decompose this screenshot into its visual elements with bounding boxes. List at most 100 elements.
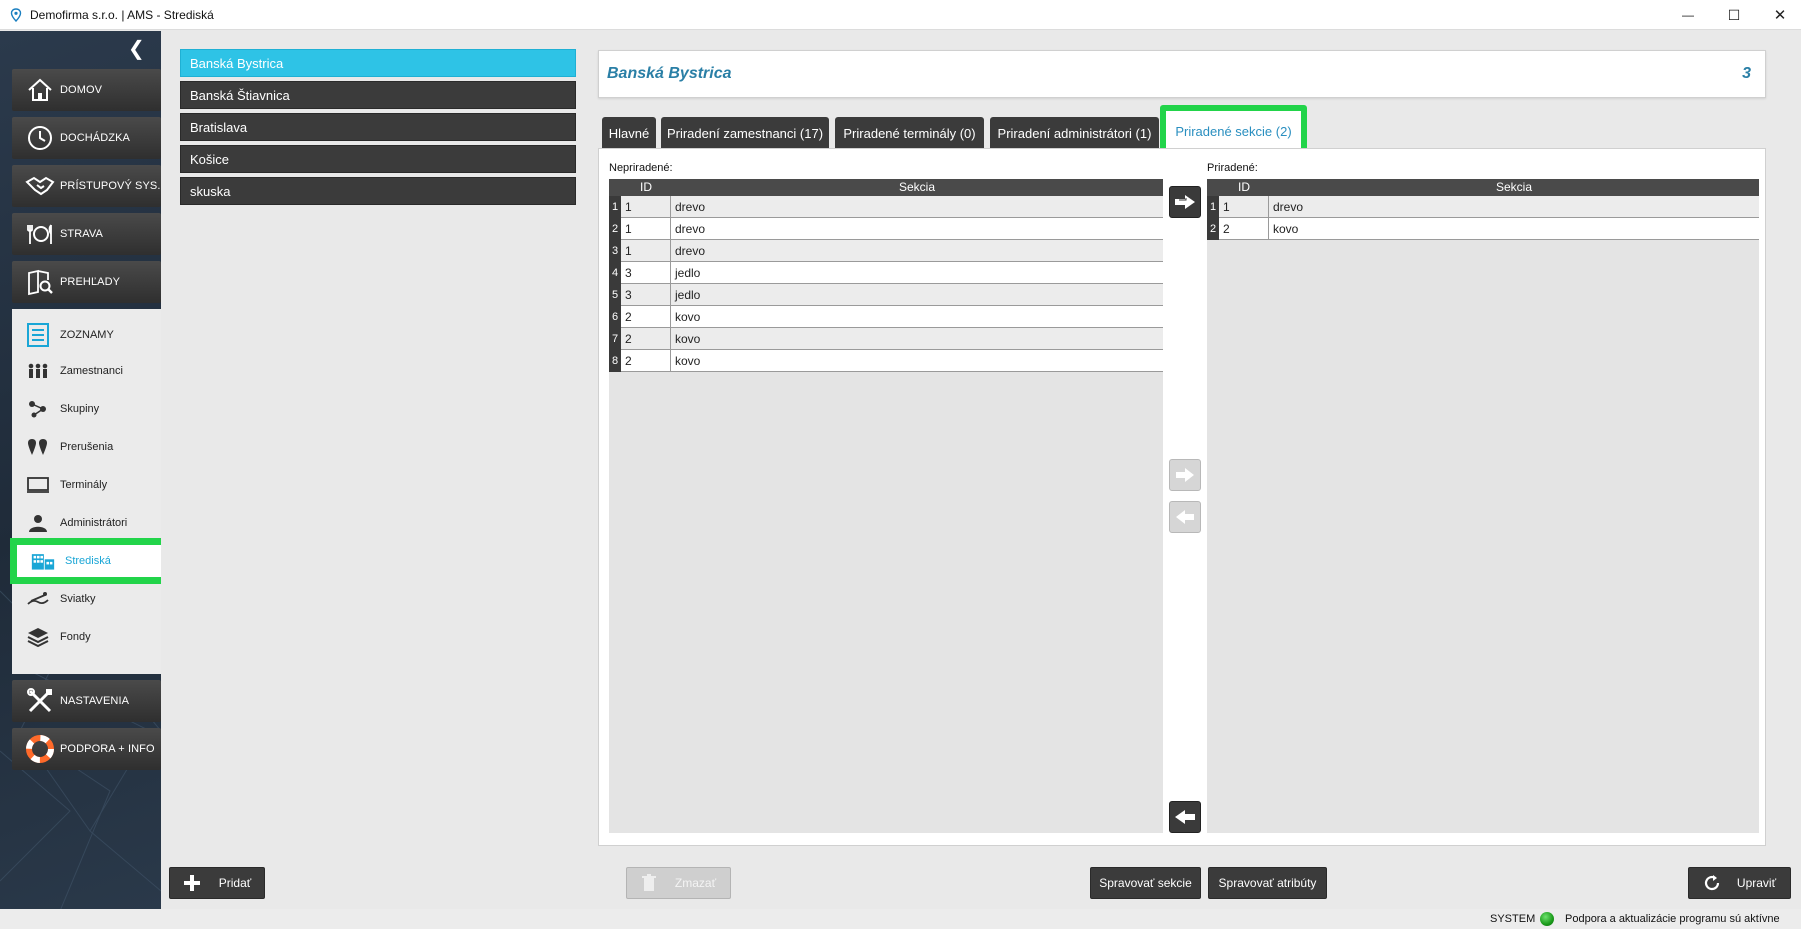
nav-zamestnanci[interactable]: Zamestnanci [12,357,161,385]
nav-dochadzka[interactable]: DOCHÁDZKA [12,117,161,159]
nav-sviatky-label: Sviatky [60,593,96,605]
tab-priradeni-administratori[interactable]: Priradení administrátori (1) [990,117,1159,149]
table-row[interactable]: 1 1 drevo [1207,196,1759,218]
nav-strava-label: STRAVA [60,228,103,240]
trash-icon [641,874,656,891]
cell-sekcia: kovo [675,354,701,368]
nav-administratori-label: Administrátori [60,517,128,529]
tab-zamestnanci-label: Priradení zamestnanci (17) [666,125,824,141]
cell-id: 1 [621,240,671,262]
assign-selected-button[interactable] [1169,459,1201,491]
admin-icon [26,512,50,534]
nav-prerusenia[interactable]: Prerušenia [12,433,161,461]
nav-administratori[interactable]: Administrátori [12,509,161,537]
clock-icon [22,120,58,156]
table-row[interactable]: 5 3 jedlo [609,284,1163,306]
add-button-label: Pridať [218,876,252,890]
status-bar: SYSTEM Podpora a aktualizácie programu s… [0,909,1801,929]
nav-strava[interactable]: STRAVA [12,213,161,255]
unassigned-label: Nepriradené: [609,162,673,174]
unassigned-grid-header: ID Sekcia [609,179,1163,196]
table-row[interactable]: 4 3 jedlo [609,262,1163,284]
table-row[interactable]: 7 2 kovo [609,328,1163,350]
row-number: 2 [609,218,621,240]
city-item[interactable]: Bratislava [180,113,576,141]
cell-id: 2 [621,328,671,350]
table-row[interactable]: 6 2 kovo [609,306,1163,328]
unassign-selected-button[interactable] [1169,501,1201,533]
add-button[interactable]: Pridať [169,867,265,899]
city-item[interactable]: skuska [180,177,576,205]
table-row[interactable]: 2 1 drevo [609,218,1163,240]
cell-sekcia: drevo [675,244,706,258]
nav-podpora-info[interactable]: PODPORA + INFO [12,728,161,770]
city-label: Košice [190,151,230,167]
nav-prehlady[interactable]: PREHĽADY [12,261,161,303]
nav-domov[interactable]: DOMOV [12,69,161,111]
unassign-all-button[interactable] [1169,801,1201,833]
pins-icon [26,436,50,458]
table-row[interactable]: 3 1 drevo [609,240,1163,262]
table-row[interactable]: 2 2 kovo [1207,218,1759,240]
close-window-button[interactable]: ✕ [1757,0,1801,30]
building-icon [31,550,55,572]
minimize-button[interactable]: — [1665,0,1711,30]
maximize-button[interactable]: ☐ [1711,0,1757,30]
assigned-grid-header: ID Sekcia [1207,179,1759,196]
assign-all-button[interactable] [1169,186,1201,218]
tab-administratori-label: Priradení administrátori (1) [997,125,1152,141]
manage-attributes-button[interactable]: Spravovať atribúty [1208,867,1327,899]
nav-fondy[interactable]: Fondy [12,623,161,651]
report-search-icon [22,264,58,300]
unassigned-grid: ID Sekcia 1 1 drevo 2 1 drevo 3 1 drevo 4 3 jedl… [609,179,1163,833]
edit-button[interactable]: Upraviť [1688,867,1791,899]
table-row[interactable]: 8 2 kovo [609,350,1163,372]
row-number: 5 [609,284,621,306]
row-number: 2 [1207,218,1219,240]
manage-sections-button[interactable]: Spravovať sekcie [1090,867,1201,899]
cell-id: 3 [621,284,671,306]
status-indicator-icon [1540,912,1554,926]
nav-pristupovy-sys[interactable]: PRÍSTUPOVÝ SYS. [12,165,161,207]
collapse-sidebar-button[interactable]: ❮ [128,39,148,59]
cell-sekcia: drevo [1273,200,1304,214]
city-label: skuska [190,183,231,199]
nav-sviatky[interactable]: Sviatky [12,585,161,613]
nav-strediska[interactable]: Strediská [10,538,161,584]
terminal-icon [26,474,50,496]
close-icon: ✕ [1773,7,1787,24]
column-header-sekcia: Sekcia [1495,180,1533,194]
nav-domov-label: DOMOV [60,84,103,96]
nav-nastavenia[interactable]: NASTAVENIA [12,680,161,722]
row-number: 7 [609,328,621,350]
tab-hlavne[interactable]: Hlavné [602,117,656,149]
city-item[interactable]: Banská Bystrica [180,49,576,77]
city-item[interactable]: Košice [180,145,576,173]
nav-zamestnanci-label: Zamestnanci [60,365,123,377]
tab-priradene-terminaly[interactable]: Priradené terminály (0) [835,117,984,149]
edit-button-label: Upraviť [1736,876,1777,890]
nav-terminaly[interactable]: Terminály [12,471,161,499]
cell-sekcia: jedlo [675,288,701,302]
nav-zoznamy[interactable]: ZOZNAMY [12,321,161,349]
detail-count: 3 [1742,65,1751,82]
tab-priradeni-zamestnanci[interactable]: Priradení zamestnanci (17) [661,117,829,149]
holiday-icon [26,588,50,610]
status-user: SYSTEM [1490,913,1536,925]
row-number: 1 [1207,196,1219,218]
city-item[interactable]: Banská Štiavnica [180,81,576,109]
tab-sekcie-label: Priradené sekcie (2) [1175,124,1292,139]
layers-icon [26,626,50,648]
minimize-icon: — [1682,8,1694,22]
table-row[interactable]: 1 1 drevo [609,196,1163,218]
delete-button[interactable]: Zmazať [626,867,731,899]
zoznamy-submenu: ZOZNAMY Zamestnanci Skupiny Prerušenia T… [10,309,161,674]
maximize-icon: ☐ [1727,6,1741,23]
sidebar: ❮ DOMOV DOCHÁDZKA PRÍSTUPOVÝ SYS. STRAVA… [0,31,161,911]
double-arrow-left-icon [1175,810,1195,824]
plus-icon [183,875,200,891]
group-icon [26,398,50,420]
app-location-icon [10,8,22,22]
nav-fondy-label: Fondy [60,631,91,643]
nav-skupiny[interactable]: Skupiny [12,395,161,423]
